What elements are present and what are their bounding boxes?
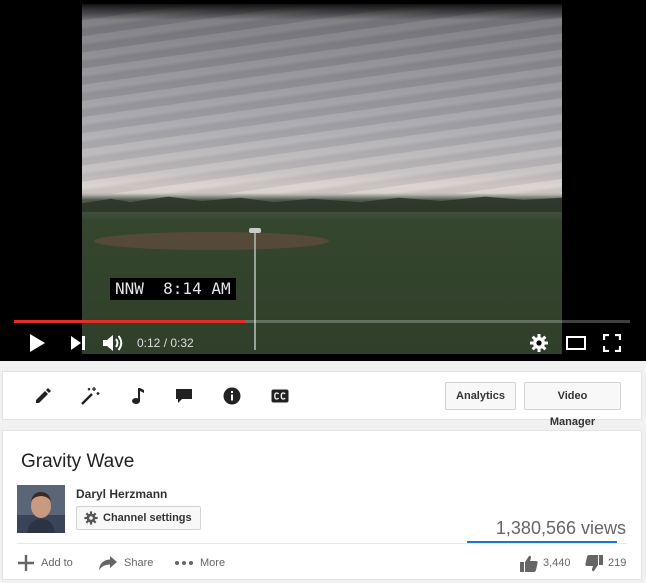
next-icon bbox=[71, 336, 85, 350]
play-button[interactable] bbox=[28, 331, 46, 355]
player-controls: 0:12 / 0:32 bbox=[0, 326, 646, 361]
more-button[interactable]: More bbox=[174, 552, 225, 574]
gear-icon bbox=[84, 511, 98, 525]
volume-button[interactable] bbox=[102, 331, 126, 355]
video-info-card: Gravity Wave Daryl Herzmann Channel sett… bbox=[2, 430, 642, 580]
channel-settings-label: Channel settings bbox=[103, 512, 192, 524]
sentiment-bar bbox=[467, 541, 617, 543]
thumbs-up-icon bbox=[520, 555, 538, 572]
divider bbox=[17, 543, 627, 544]
share-button[interactable]: Share bbox=[98, 552, 153, 574]
audio-button[interactable] bbox=[127, 385, 149, 407]
annotations-button[interactable] bbox=[173, 385, 195, 407]
vignette bbox=[82, 4, 562, 20]
video-frame[interactable] bbox=[82, 4, 562, 354]
magic-wand-icon bbox=[81, 387, 100, 405]
enhancements-button[interactable] bbox=[79, 385, 101, 407]
fullscreen-icon bbox=[603, 334, 621, 352]
sky-texture bbox=[82, 4, 562, 194]
analytics-button[interactable]: Analytics bbox=[445, 382, 516, 410]
add-to-label: Add to bbox=[41, 557, 73, 569]
settings-button[interactable] bbox=[529, 331, 549, 355]
channel-owner-link[interactable]: Daryl Herzmann bbox=[76, 486, 167, 502]
video-timestamp-overlay: NNW 8:14 AM bbox=[110, 278, 236, 300]
info-icon bbox=[223, 387, 241, 405]
video-title: Gravity Wave bbox=[21, 451, 135, 472]
audio-note-icon bbox=[132, 388, 144, 404]
dislike-button[interactable]: 219 bbox=[585, 552, 626, 574]
fullscreen-button[interactable] bbox=[602, 331, 622, 355]
dislike-count: 219 bbox=[608, 557, 627, 569]
light-pole-top bbox=[249, 228, 261, 233]
theater-mode-button[interactable] bbox=[565, 331, 587, 355]
video-player[interactable]: NNW 8:14 AM 0:12 / 0:32 bbox=[0, 0, 646, 361]
share-label: Share bbox=[124, 557, 154, 569]
infield bbox=[94, 232, 329, 250]
time-display: 0:12 / 0:32 bbox=[137, 336, 194, 350]
video-manager-button[interactable]: Video Manager bbox=[524, 382, 621, 428]
more-dots-icon bbox=[175, 561, 193, 565]
avatar[interactable] bbox=[17, 485, 65, 533]
edit-button[interactable] bbox=[32, 385, 54, 407]
cc-icon bbox=[271, 389, 289, 403]
like-button[interactable]: 3,440 bbox=[520, 552, 571, 574]
theater-mode-icon bbox=[566, 336, 586, 350]
thumbs-down-icon bbox=[585, 554, 603, 571]
next-button[interactable] bbox=[69, 331, 87, 355]
play-icon bbox=[30, 334, 45, 352]
plus-icon bbox=[18, 555, 34, 571]
info-button[interactable] bbox=[221, 385, 243, 407]
volume-icon bbox=[103, 335, 123, 351]
progress-bar[interactable] bbox=[14, 320, 630, 323]
add-to-button[interactable]: Add to bbox=[17, 552, 73, 574]
subtitles-button[interactable] bbox=[269, 385, 291, 407]
gear-icon bbox=[530, 334, 548, 352]
annotations-icon bbox=[176, 389, 192, 403]
creator-toolbar: Analytics Video Manager bbox=[2, 371, 642, 428]
played-bar bbox=[14, 320, 245, 323]
avatar-photo bbox=[17, 485, 65, 533]
more-label: More bbox=[200, 557, 226, 569]
edit-pencil-icon bbox=[36, 388, 51, 403]
view-count: 1,380,566 views bbox=[495, 518, 626, 538]
channel-settings-button[interactable]: Channel settings bbox=[76, 506, 201, 530]
share-arrow-icon bbox=[99, 556, 117, 570]
like-count: 3,440 bbox=[543, 557, 571, 569]
